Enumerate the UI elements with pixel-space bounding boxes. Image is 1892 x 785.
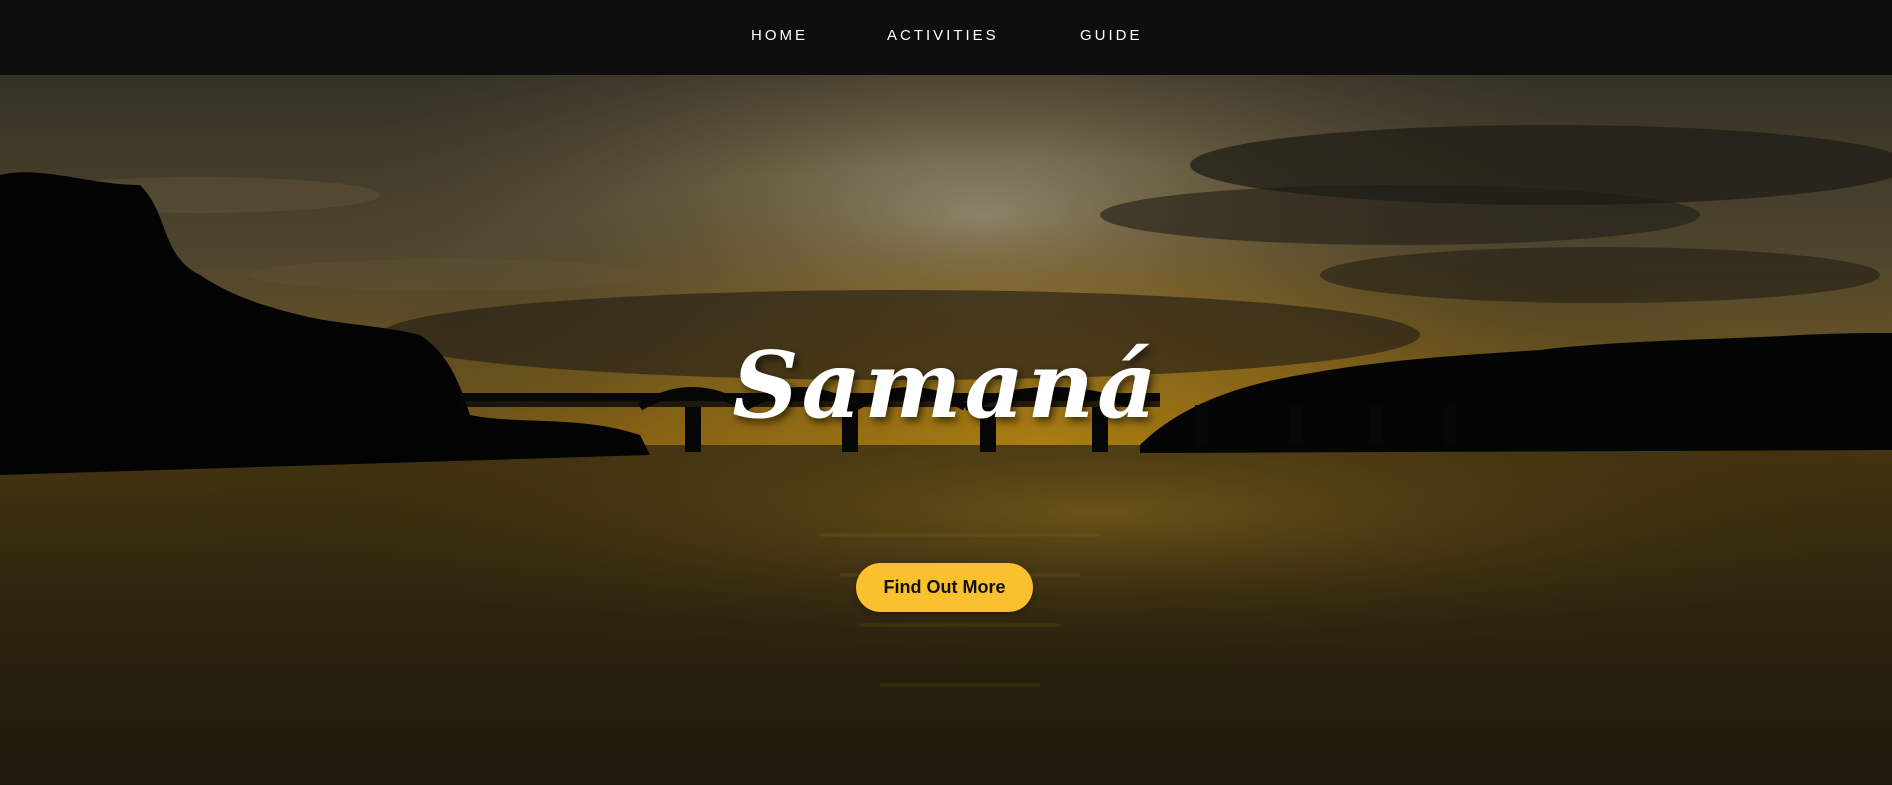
hero-section: Samaná Find Out More — [0, 75, 1892, 785]
hero-title: Samaná — [732, 331, 1160, 439]
nav-item-guide[interactable]: GUIDE — [1080, 27, 1143, 44]
nav-item-activities[interactable]: ACTIVITIES — [887, 27, 999, 44]
nav-item-home[interactable]: HOME — [751, 27, 808, 44]
find-out-more-button[interactable]: Find Out More — [856, 563, 1033, 612]
top-navbar: HOME ACTIVITIES GUIDE — [0, 0, 1892, 75]
